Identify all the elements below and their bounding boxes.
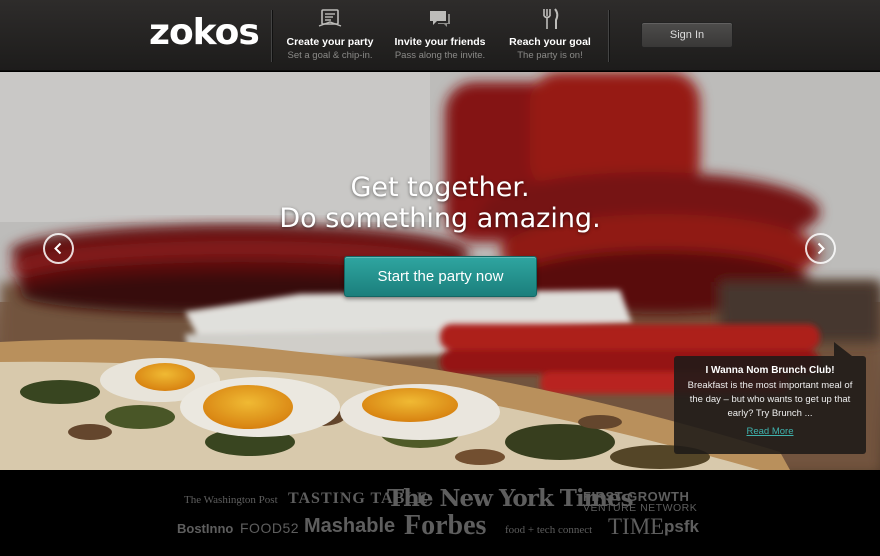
nav-divider bbox=[608, 10, 609, 62]
press-logos-bar: The Washington Post TASTING TABLE The Ne… bbox=[0, 470, 880, 556]
chevron-left-icon bbox=[54, 242, 62, 255]
step-subtitle: The party is on! bbox=[517, 50, 583, 61]
headline-line-2: Do something amazing. bbox=[279, 203, 601, 234]
hero-headline: Get together. Do something amazing. bbox=[240, 172, 640, 234]
psfk-logo: psfk bbox=[664, 517, 699, 536]
callout-body: Breakfast is the most important meal of … bbox=[687, 380, 853, 419]
food-tech-connect-logo: food + tech connect bbox=[505, 524, 593, 536]
hero-banner: Get together. Do something amazing. Star… bbox=[0, 72, 880, 470]
top-nav-bar: zokos Create your party Set a goal & chi… bbox=[0, 0, 880, 71]
featured-party-callout: I Wanna Nom Brunch Club! Breakfast is th… bbox=[674, 342, 866, 454]
sign-in-button[interactable]: Sign In bbox=[641, 22, 733, 48]
read-more-link[interactable]: Read More bbox=[747, 426, 794, 437]
start-party-button[interactable]: Start the party now bbox=[344, 256, 537, 297]
food52-logo: FOOD52 bbox=[240, 520, 300, 536]
forbes-logo: Forbes bbox=[404, 510, 487, 541]
chevron-right-icon bbox=[817, 242, 825, 255]
step-title: Reach your goal bbox=[509, 36, 591, 48]
mashable-logo: Mashable bbox=[304, 515, 396, 537]
carousel-next-button[interactable] bbox=[805, 233, 836, 264]
fork-knife-icon bbox=[480, 8, 620, 32]
bostinno-logo: BostInno bbox=[177, 521, 234, 536]
venture-network-logo: VENTURE NETWORK bbox=[583, 502, 698, 514]
carousel-prev-button[interactable] bbox=[43, 233, 74, 264]
headline-line-1: Get together. bbox=[350, 172, 530, 203]
time-logo: TIME bbox=[608, 514, 665, 539]
callout-pointer bbox=[834, 342, 852, 356]
step-reach-goal: Reach your goal The party is on! bbox=[480, 8, 620, 61]
zokos-logo[interactable]: zokos bbox=[149, 13, 260, 53]
callout-title: I Wanna Nom Brunch Club! bbox=[705, 365, 835, 376]
washington-post-logo: The Washington Post bbox=[184, 494, 278, 506]
